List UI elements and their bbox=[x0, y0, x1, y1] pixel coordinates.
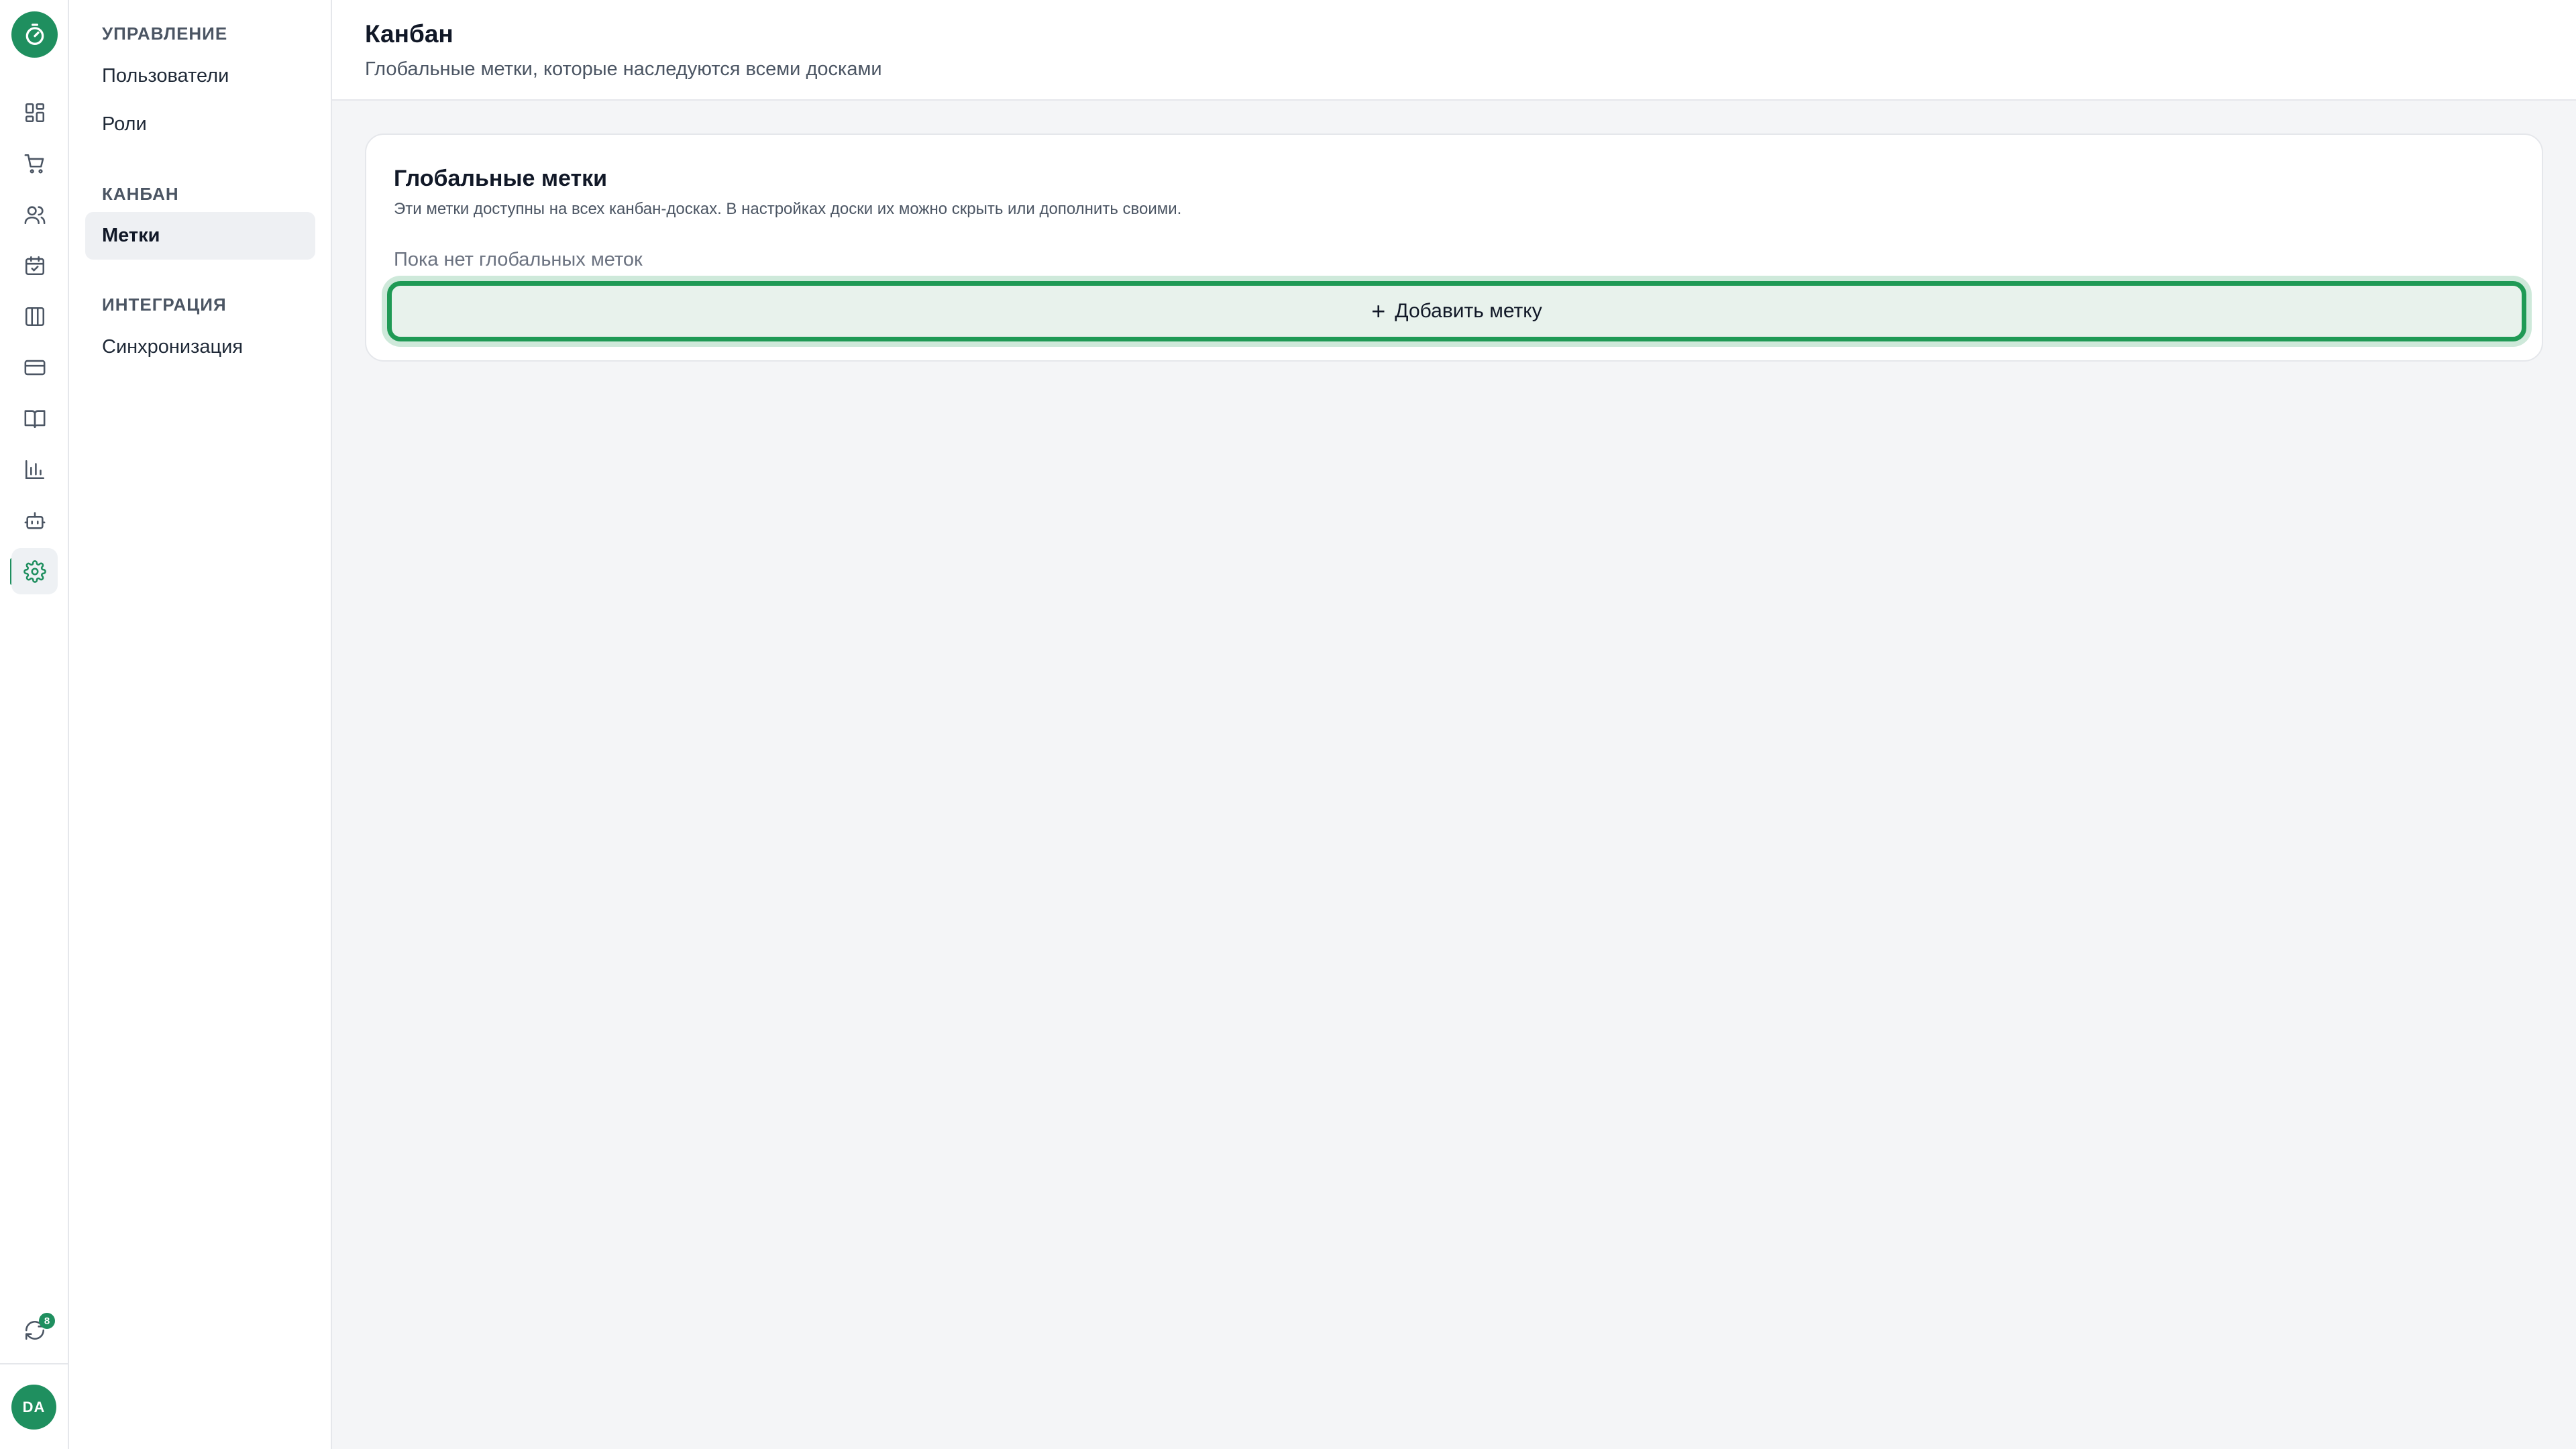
sidebar-item-labels[interactable]: Метки bbox=[85, 212, 315, 260]
add-label-button-label: Добавить метку bbox=[1395, 300, 1542, 322]
app-root: 8 DA УПРАВЛЕНИЕ Пользователи Роли КАНБАН… bbox=[0, 0, 2576, 1449]
kanban-icon[interactable] bbox=[11, 293, 58, 339]
empty-state-text: Пока нет глобальных меток bbox=[394, 249, 643, 270]
stopwatch-icon[interactable] bbox=[11, 11, 58, 58]
rail-divider bbox=[0, 1363, 68, 1364]
add-label-button[interactable]: + Добавить метку bbox=[387, 281, 2526, 341]
page-header: Канбан Глобальные метки, которые наследу… bbox=[332, 0, 2576, 101]
page-title: Канбан bbox=[365, 20, 453, 48]
chart-icon[interactable] bbox=[11, 446, 58, 492]
bot-icon[interactable] bbox=[11, 497, 58, 543]
dashboard-icon[interactable] bbox=[11, 89, 58, 136]
card-title: Глобальные метки bbox=[394, 166, 608, 191]
users-icon[interactable] bbox=[11, 191, 58, 237]
plus-icon: + bbox=[1371, 297, 1386, 325]
section-title-management: УПРАВЛЕНИЕ bbox=[102, 23, 228, 44]
page-subtitle: Глобальные метки, которые наследуются вс… bbox=[365, 58, 882, 80]
icon-rail: 8 DA bbox=[0, 0, 69, 1449]
sidebar-item-sync[interactable]: Синхронизация bbox=[85, 323, 315, 371]
sidebar-item-users[interactable]: Пользователи bbox=[85, 52, 315, 100]
section-title-integration: ИНТЕГРАЦИЯ bbox=[102, 294, 227, 315]
sidebar-item-roles[interactable]: Роли bbox=[85, 101, 315, 148]
card-icon[interactable] bbox=[11, 344, 58, 390]
card-description: Эти метки доступны на всех канбан-досках… bbox=[394, 200, 1182, 218]
calendar-check-icon[interactable] bbox=[11, 242, 58, 288]
gear-icon[interactable] bbox=[11, 548, 58, 594]
sync-count-badge: 8 bbox=[39, 1313, 55, 1329]
settings-sidebar: УПРАВЛЕНИЕ Пользователи Роли КАНБАН Метк… bbox=[69, 0, 332, 1449]
avatar[interactable]: DA bbox=[11, 1385, 56, 1430]
global-labels-card: Глобальные метки Эти метки доступны на в… bbox=[365, 133, 2543, 362]
cart-icon[interactable] bbox=[11, 140, 58, 186]
book-icon[interactable] bbox=[11, 395, 58, 441]
section-title-kanban: КАНБАН bbox=[102, 184, 179, 204]
